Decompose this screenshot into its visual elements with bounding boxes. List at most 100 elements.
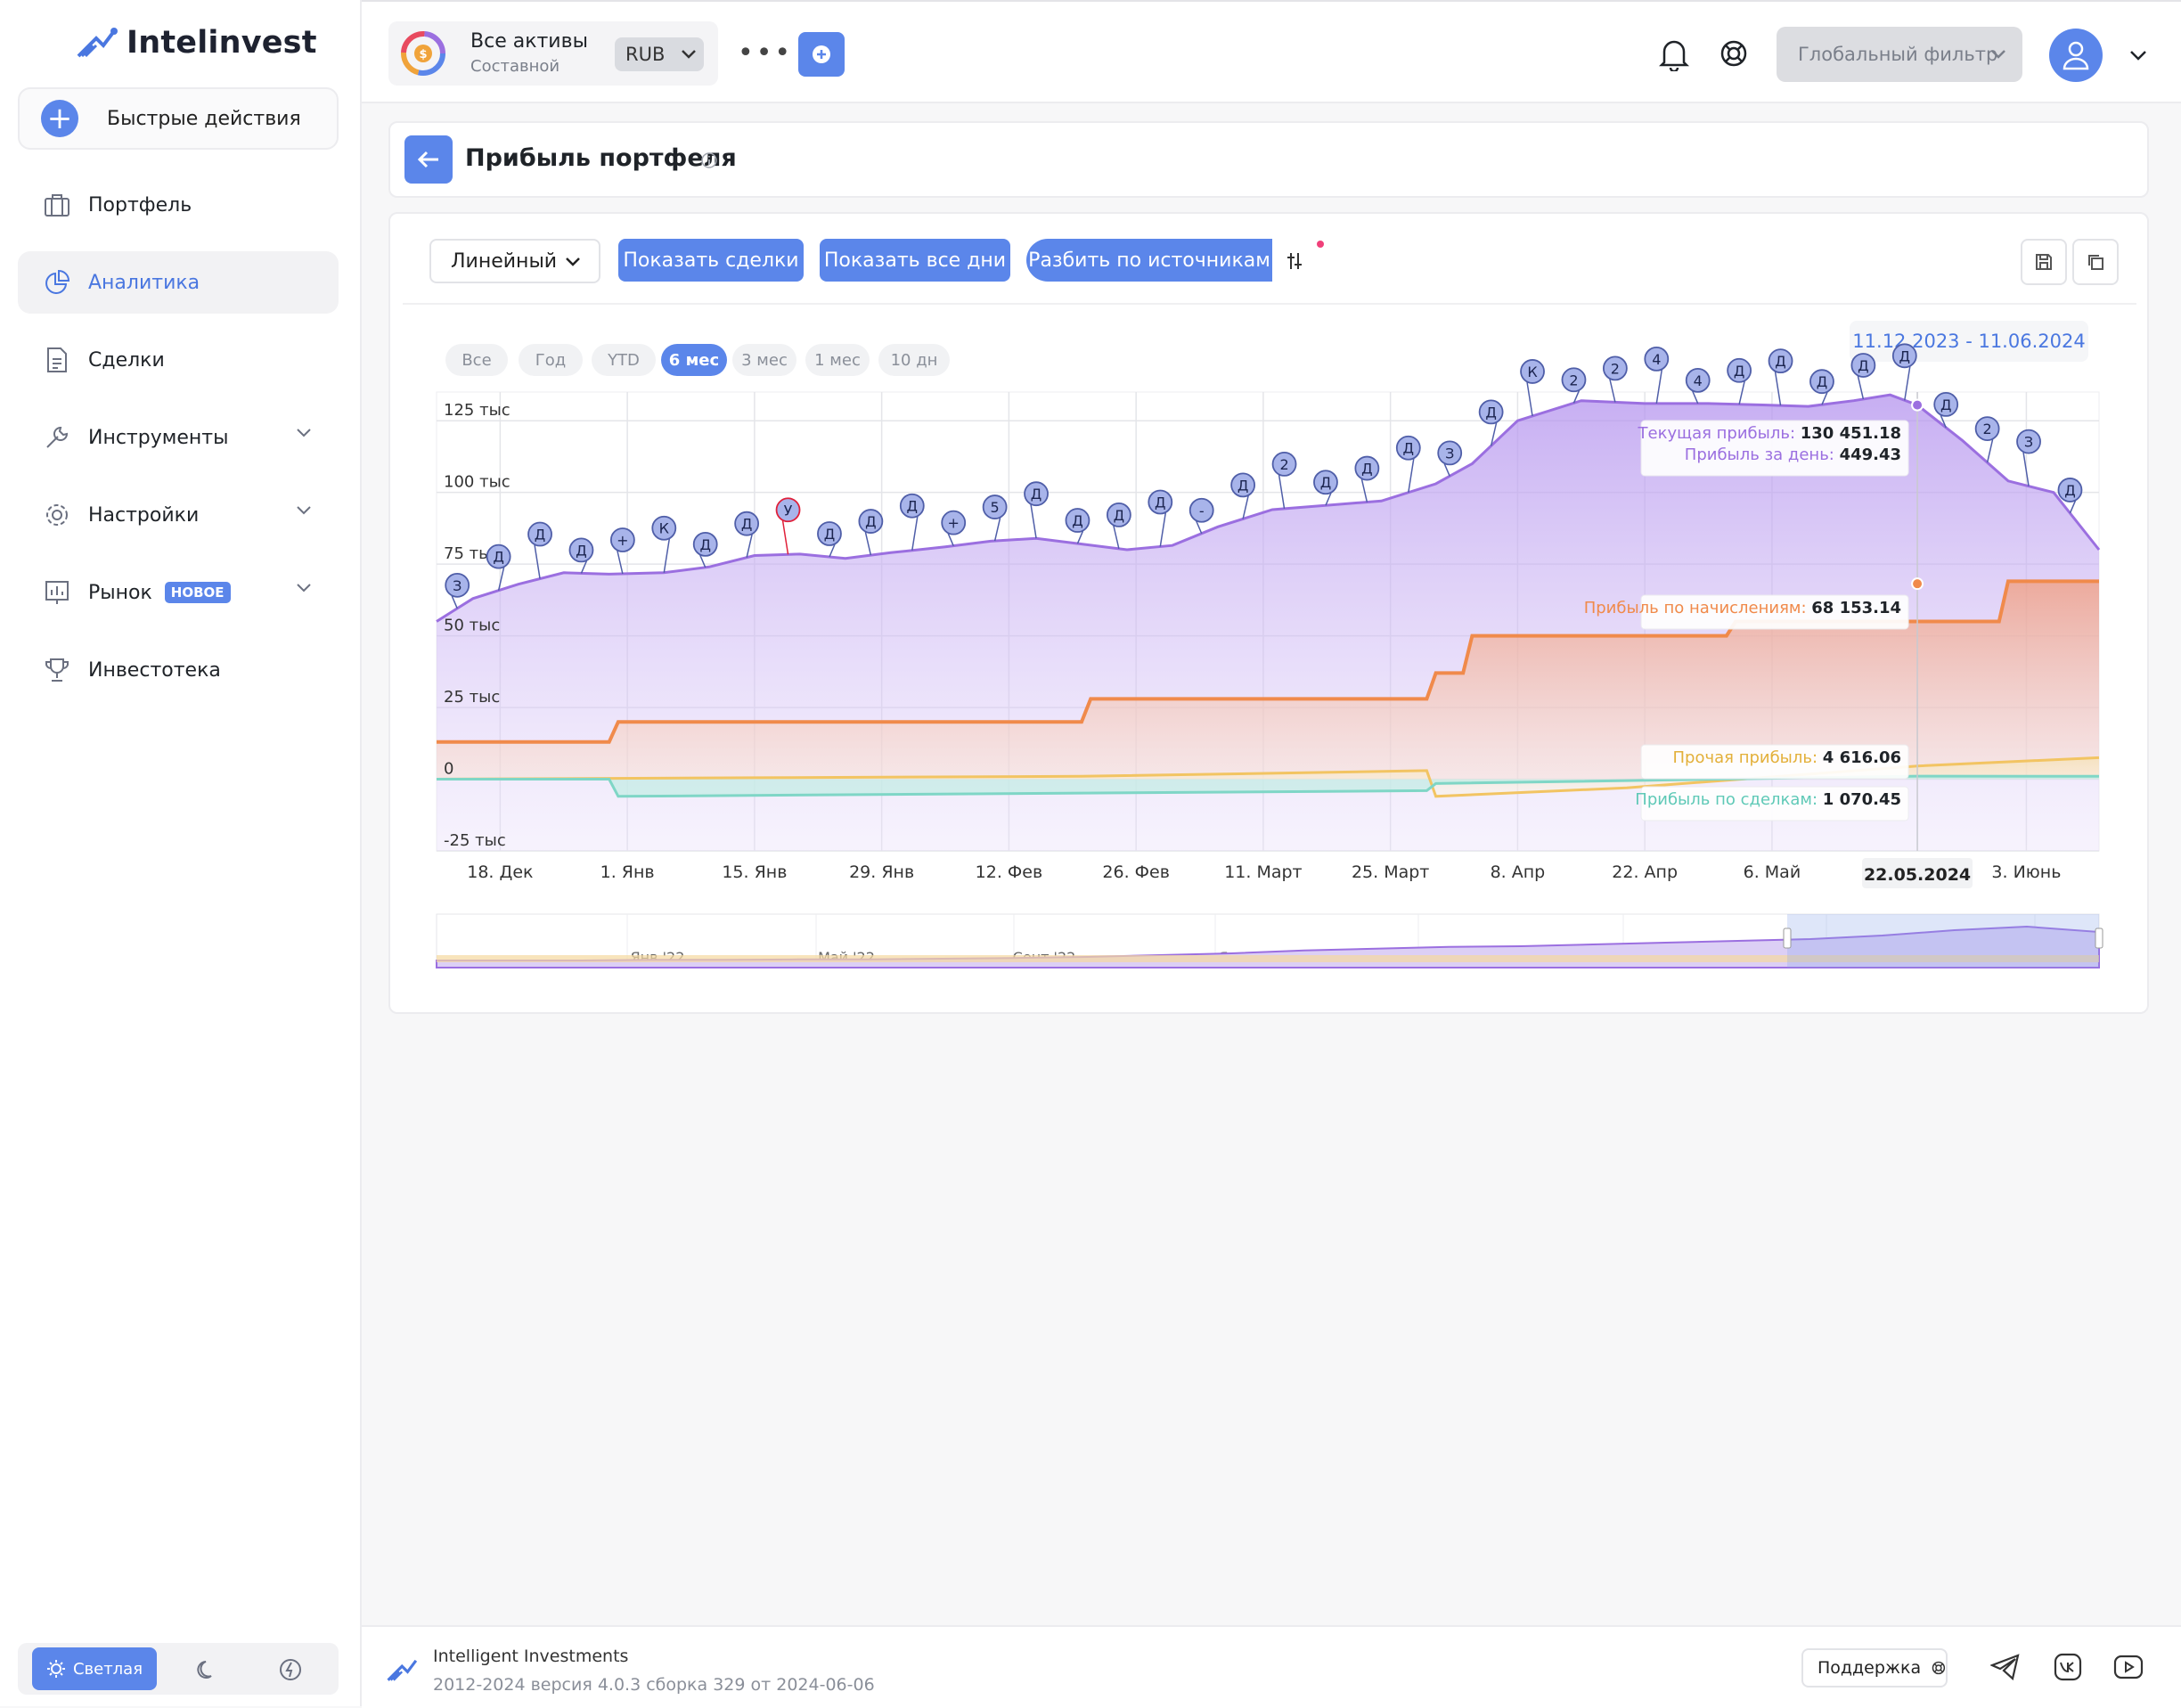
marker-label: Д	[1940, 396, 1952, 413]
event-marker: Д	[1148, 489, 1173, 547]
event-marker: 5	[982, 494, 1008, 542]
marker-label: У	[784, 502, 793, 519]
range-navigator[interactable]: Янв '22Май '22Сент '22Янв '23Май '23Сент…	[436, 913, 2103, 968]
marker-stem	[534, 544, 541, 579]
youtube-icon	[2113, 1655, 2144, 1679]
support-label: Поддержка	[1818, 1658, 1922, 1678]
marker-stem	[1159, 512, 1167, 547]
support-button[interactable]: Поддержка	[1801, 1648, 1948, 1688]
event-marker: Д	[899, 493, 925, 551]
navigator-handle-right	[2095, 928, 2103, 949]
auto-theme-button[interactable]	[276, 1655, 305, 1684]
marker-label: 2	[1569, 372, 1578, 388]
event-marker: Д	[1809, 369, 1834, 405]
marker-stem	[864, 531, 872, 556]
marker-label: Д	[1775, 353, 1786, 370]
marker-label: К	[1527, 364, 1538, 380]
dark-theme-button[interactable]	[192, 1655, 221, 1684]
marker-label: Д	[493, 549, 504, 566]
event-marker: Д	[1106, 502, 1131, 550]
event-marker: Д	[486, 543, 511, 591]
event-marker: Д	[1024, 481, 1049, 539]
marker-label: К	[659, 520, 670, 537]
marker-stem	[1774, 371, 1782, 406]
footer-logo-icon	[387, 1659, 418, 1681]
tooltip-value: 68 153.14	[1811, 599, 1901, 617]
marker-stem	[1443, 463, 1450, 477]
marker-label: +	[948, 515, 960, 532]
tooltip-label: Прибыль по начислениям:	[1584, 599, 1812, 617]
tooltip-trade-profit: Прибыль по сделкам: 1 070.45	[1635, 786, 1909, 821]
footer-version: 2012-2024 версия 4.0.3 сборка 329 от 202…	[433, 1675, 875, 1695]
crosshair-point-accrual	[1911, 577, 1924, 591]
tooltip-row: Текущая прибыль: 130 451.18	[1638, 424, 1902, 443]
vk-icon	[2054, 1653, 2082, 1681]
event-marker: 2	[1561, 367, 1587, 404]
marker-stem	[1904, 366, 1911, 401]
tooltip-row: Прочая прибыль: 4 616.06	[1673, 748, 1902, 767]
marker-stem	[746, 534, 753, 558]
tooltip-other-profit: Прочая прибыль: 4 616.06	[1640, 744, 1909, 780]
marker-label: 4	[1694, 372, 1703, 389]
telegram-link[interactable]	[1987, 1648, 2024, 1686]
vk-link[interactable]	[2049, 1648, 2087, 1686]
event-marker: Д	[1313, 470, 1338, 506]
crosshair-point-profit	[1911, 398, 1924, 412]
tooltip-row: Прибыль по начислениям: 68 153.14	[1584, 599, 1901, 617]
y-tick-label: 50 тыс	[444, 617, 500, 635]
marker-stem	[1360, 478, 1368, 503]
marker-stem	[993, 517, 1001, 542]
marker-label: З	[1445, 445, 1454, 462]
event-marker: Д	[1065, 508, 1090, 544]
light-theme-button[interactable]: Светлая	[32, 1647, 157, 1690]
event-marker: Д	[817, 521, 842, 558]
marker-label: 5	[991, 499, 1000, 516]
tooltip-row: Прибыль за день: 449.43	[1685, 445, 1901, 464]
y-tick-label: 125 тыс	[444, 401, 511, 420]
x-tick-label: 29. Янв	[849, 862, 914, 882]
marker-label: Д	[535, 527, 546, 543]
sun-icon	[46, 1660, 65, 1678]
marker-stem	[1030, 504, 1037, 539]
marker-label: Д	[1858, 357, 1869, 374]
marker-label: Д	[824, 526, 836, 543]
x-tick-label: 18. Дек	[467, 862, 533, 882]
marker-stem	[1526, 381, 1533, 417]
marker-stem	[2069, 500, 2077, 514]
event-marker: Д	[858, 509, 884, 556]
tooltip-value: 130 451.18	[1801, 424, 1901, 443]
event-marker: 4	[1644, 346, 1670, 404]
marker-label: Д	[1899, 347, 1911, 364]
marker-label: Д	[1361, 461, 1373, 478]
y-tick-label: 100 тыс	[444, 473, 511, 492]
event-marker: Д	[568, 537, 594, 574]
marker-stem	[1076, 530, 1084, 544]
tooltip-label: Прибыль за день:	[1685, 445, 1840, 464]
marker-stem	[1113, 525, 1120, 550]
x-tick-label: 1. Янв	[600, 862, 655, 882]
marker-stem	[1242, 495, 1249, 519]
marker-label: Д	[1114, 507, 1125, 524]
auto-theme-icon	[280, 1659, 301, 1680]
x-tick-label: 22. Апр	[1612, 862, 1678, 882]
marker-label: З	[453, 577, 462, 594]
marker-stem	[699, 554, 707, 568]
youtube-link[interactable]	[2110, 1648, 2147, 1686]
y-tick-label: 0	[444, 760, 453, 779]
tooltip-row: Прибыль по сделкам: 1 070.45	[1635, 790, 1901, 809]
marker-stem	[1986, 438, 1994, 463]
profit-chart[interactable]: 125 тыс100 тыс75 тыс50 тыс25 тыс0-25 тыс…	[0, 0, 2181, 1007]
telegram-icon	[1990, 1654, 2020, 1680]
marker-stem	[1408, 458, 1415, 493]
marker-label: Д	[2064, 482, 2076, 499]
event-marker: +	[941, 510, 967, 546]
marker-label: Д	[1403, 440, 1415, 457]
marker-label: Д	[1155, 494, 1166, 511]
tooltip-current-profit: Текущая прибыль: 130 451.18 Прибыль за де…	[1638, 420, 1909, 477]
x-tick-label: 12. Фев	[976, 862, 1043, 882]
marker-stem	[580, 560, 588, 574]
tooltip-value: 449.43	[1840, 445, 1901, 464]
event-marker: Д	[1727, 357, 1752, 405]
lifebuoy-icon	[1932, 1661, 1946, 1675]
marker-label: Д	[576, 542, 587, 559]
